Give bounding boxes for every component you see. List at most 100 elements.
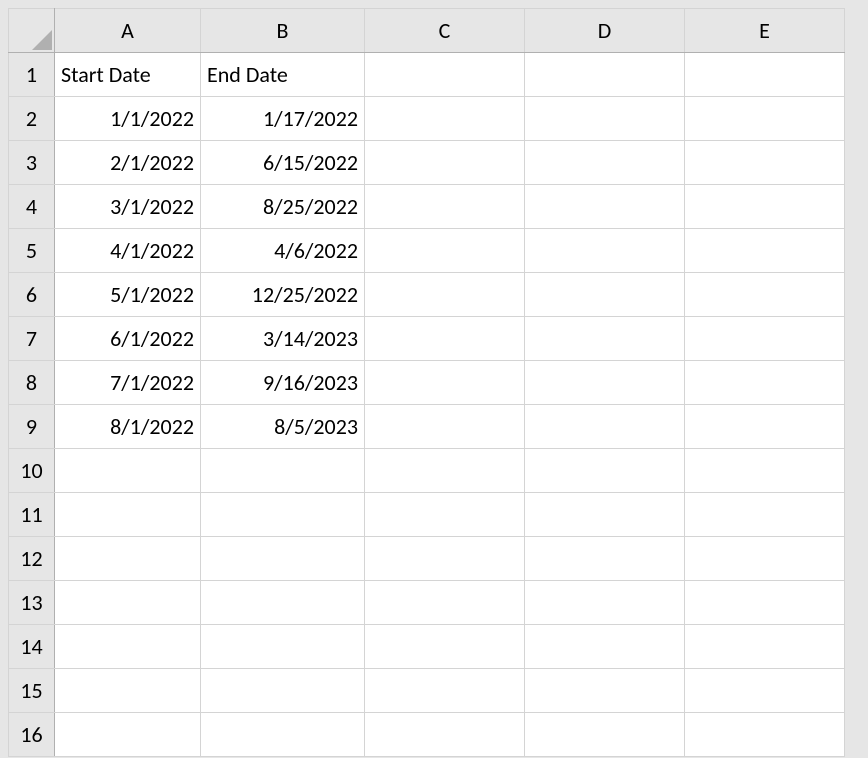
cell-B8[interactable]: 9/16/2023 (201, 361, 365, 405)
cell-B16[interactable] (201, 713, 365, 757)
cell-A8[interactable]: 7/1/2022 (55, 361, 201, 405)
cell-C11[interactable] (365, 493, 525, 537)
cell-A2[interactable]: 1/1/2022 (55, 97, 201, 141)
cell-C10[interactable] (365, 449, 525, 493)
row-header-4[interactable]: 4 (9, 185, 55, 229)
cell-C13[interactable] (365, 581, 525, 625)
cell-C8[interactable] (365, 361, 525, 405)
row-header-16[interactable]: 16 (9, 713, 55, 757)
cell-D1[interactable] (525, 53, 685, 97)
cell-E7[interactable] (685, 317, 845, 361)
row-header-7[interactable]: 7 (9, 317, 55, 361)
cell-E6[interactable] (685, 273, 845, 317)
cell-D6[interactable] (525, 273, 685, 317)
cell-E2[interactable] (685, 97, 845, 141)
cell-D10[interactable] (525, 449, 685, 493)
cell-A1[interactable]: Start Date (55, 53, 201, 97)
cell-B3[interactable]: 6/15/2022 (201, 141, 365, 185)
cell-C5[interactable] (365, 229, 525, 273)
cell-C12[interactable] (365, 537, 525, 581)
cell-C16[interactable] (365, 713, 525, 757)
column-header-E[interactable]: E (685, 9, 845, 53)
column-header-B[interactable]: B (201, 9, 365, 53)
select-all-corner[interactable] (9, 9, 55, 53)
row-header-3[interactable]: 3 (9, 141, 55, 185)
cell-A10[interactable] (55, 449, 201, 493)
cell-C3[interactable] (365, 141, 525, 185)
cell-E8[interactable] (685, 361, 845, 405)
cell-A7[interactable]: 6/1/2022 (55, 317, 201, 361)
cell-E11[interactable] (685, 493, 845, 537)
cell-B2[interactable]: 1/17/2022 (201, 97, 365, 141)
cell-C7[interactable] (365, 317, 525, 361)
cell-E13[interactable] (685, 581, 845, 625)
cell-D12[interactable] (525, 537, 685, 581)
cell-E5[interactable] (685, 229, 845, 273)
cell-A14[interactable] (55, 625, 201, 669)
cell-D9[interactable] (525, 405, 685, 449)
cell-A9[interactable]: 8/1/2022 (55, 405, 201, 449)
cell-A12[interactable] (55, 537, 201, 581)
cell-E16[interactable] (685, 713, 845, 757)
row-header-15[interactable]: 15 (9, 669, 55, 713)
row-header-8[interactable]: 8 (9, 361, 55, 405)
row-header-5[interactable]: 5 (9, 229, 55, 273)
row-header-2[interactable]: 2 (9, 97, 55, 141)
cell-D11[interactable] (525, 493, 685, 537)
cell-B5[interactable]: 4/6/2022 (201, 229, 365, 273)
cell-D4[interactable] (525, 185, 685, 229)
cell-B10[interactable] (201, 449, 365, 493)
cell-B15[interactable] (201, 669, 365, 713)
cell-E1[interactable] (685, 53, 845, 97)
cell-A3[interactable]: 2/1/2022 (55, 141, 201, 185)
cell-D15[interactable] (525, 669, 685, 713)
cell-A13[interactable] (55, 581, 201, 625)
row-header-13[interactable]: 13 (9, 581, 55, 625)
cell-A4[interactable]: 3/1/2022 (55, 185, 201, 229)
column-header-A[interactable]: A (55, 9, 201, 53)
cell-D2[interactable] (525, 97, 685, 141)
cell-B6[interactable]: 12/25/2022 (201, 273, 365, 317)
row-header-11[interactable]: 11 (9, 493, 55, 537)
row-header-14[interactable]: 14 (9, 625, 55, 669)
row-header-1[interactable]: 1 (9, 53, 55, 97)
cell-E14[interactable] (685, 625, 845, 669)
cell-C6[interactable] (365, 273, 525, 317)
cell-A6[interactable]: 5/1/2022 (55, 273, 201, 317)
cell-D16[interactable] (525, 713, 685, 757)
cell-C15[interactable] (365, 669, 525, 713)
cell-E15[interactable] (685, 669, 845, 713)
cell-D13[interactable] (525, 581, 685, 625)
cell-B7[interactable]: 3/14/2023 (201, 317, 365, 361)
cell-C1[interactable] (365, 53, 525, 97)
cell-E4[interactable] (685, 185, 845, 229)
cell-B14[interactable] (201, 625, 365, 669)
cell-B4[interactable]: 8/25/2022 (201, 185, 365, 229)
cell-A11[interactable] (55, 493, 201, 537)
cell-A5[interactable]: 4/1/2022 (55, 229, 201, 273)
cell-E12[interactable] (685, 537, 845, 581)
cell-B12[interactable] (201, 537, 365, 581)
cell-D14[interactable] (525, 625, 685, 669)
cell-D7[interactable] (525, 317, 685, 361)
cell-C2[interactable] (365, 97, 525, 141)
cell-D3[interactable] (525, 141, 685, 185)
cell-E10[interactable] (685, 449, 845, 493)
column-header-D[interactable]: D (525, 9, 685, 53)
cell-A15[interactable] (55, 669, 201, 713)
cell-B11[interactable] (201, 493, 365, 537)
column-header-C[interactable]: C (365, 9, 525, 53)
spreadsheet-grid[interactable]: A B C D E 1 Start Date End Date 2 1/1/20… (8, 8, 845, 757)
row-header-12[interactable]: 12 (9, 537, 55, 581)
cell-B13[interactable] (201, 581, 365, 625)
cell-B1[interactable]: End Date (201, 53, 365, 97)
cell-D5[interactable] (525, 229, 685, 273)
cell-A16[interactable] (55, 713, 201, 757)
row-header-6[interactable]: 6 (9, 273, 55, 317)
cell-B9[interactable]: 8/5/2023 (201, 405, 365, 449)
cell-D8[interactable] (525, 361, 685, 405)
cell-C4[interactable] (365, 185, 525, 229)
cell-E3[interactable] (685, 141, 845, 185)
row-header-9[interactable]: 9 (9, 405, 55, 449)
cell-E9[interactable] (685, 405, 845, 449)
